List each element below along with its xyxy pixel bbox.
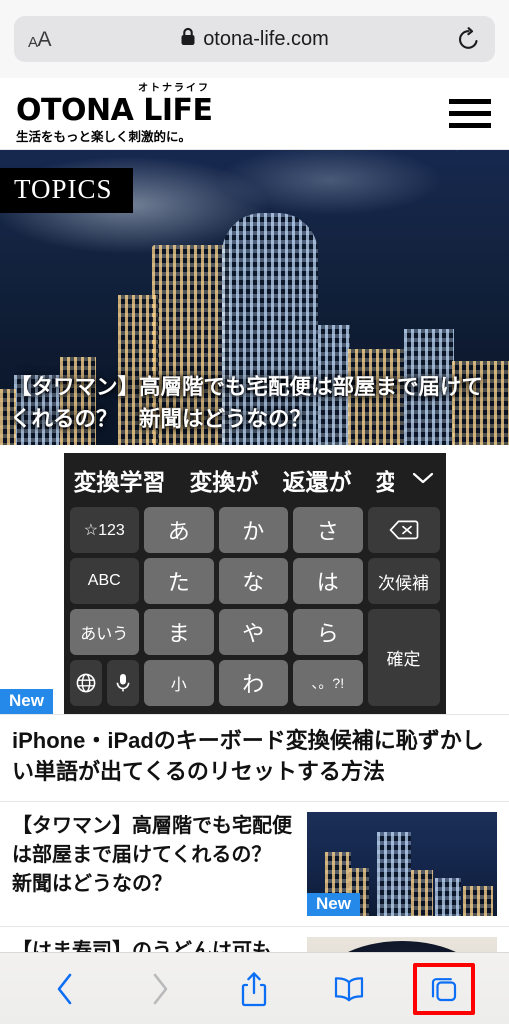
- article-title: 【タワマン】高層階でも宅配便は部屋まで届けてくれるの？ 新聞はどうなの？: [12, 815, 292, 896]
- topics-badge: TOPICS: [0, 168, 133, 213]
- site-tagline: 生活をもっと楽しく刺激的に。: [16, 129, 192, 144]
- article-thumbnail: New: [307, 812, 497, 917]
- keyboard-row: ☆123 あ か さ: [69, 507, 363, 553]
- ad-info-icon[interactable]: [447, 150, 467, 156]
- key-next-candidate[interactable]: 次候補: [367, 558, 440, 604]
- key-wa[interactable]: わ: [218, 660, 288, 706]
- conversion-candidate-bar: 変換学習 変換が 返還が 変: [70, 459, 440, 507]
- text-size-button[interactable]: AA: [28, 29, 52, 50]
- keyboard-image-card: 変換学習 変換が 返還が 変 ☆123 あ か さ ABC た な は あいう …: [0, 445, 509, 715]
- keyboard-keys: ☆123 あ か さ ABC た な は あいう ま や ら 小 わ 、。?! …: [69, 507, 440, 706]
- safari-address-bar: AA otona-life.com: [0, 0, 509, 78]
- site-logo[interactable]: オトナライフ OTONA LIFE 生活をもっと楽しく刺激的に。: [16, 83, 213, 144]
- key-ma[interactable]: ま: [144, 609, 214, 655]
- forward-button: [129, 963, 191, 1015]
- building-shape: [463, 886, 493, 917]
- japanese-keyboard: 変換学習 変換が 返還が 変 ☆123 あ か さ ABC た な は あいう …: [63, 453, 446, 714]
- keyboard-right-column: 次候補 確定: [367, 507, 440, 706]
- key-ha[interactable]: は: [293, 558, 363, 604]
- keyboard-row: ABC た な は: [69, 558, 363, 604]
- key-a[interactable]: あ: [144, 507, 214, 553]
- key-ka[interactable]: か: [218, 507, 288, 553]
- mic-icon[interactable]: [106, 660, 139, 706]
- feature-title: iPhone・iPadのキーボード変換候補に恥ずかしい単語が出てくるのリセットす…: [12, 728, 484, 785]
- new-badge: New: [307, 893, 360, 917]
- logo-wordmark: OTONA LIFE: [16, 92, 213, 128]
- article-list-item[interactable]: 【タワマン】高層階でも宅配便は部屋まで届けてくれるの？ 新聞はどうなの？ New: [0, 802, 509, 928]
- delete-icon[interactable]: [367, 507, 440, 553]
- key-123[interactable]: ☆123: [69, 507, 139, 553]
- url-bar[interactable]: AA otona-life.com: [14, 16, 495, 62]
- keyboard-row: 小 わ 、。?!: [69, 660, 363, 706]
- candidate-item[interactable]: 返還が: [283, 463, 352, 497]
- key-ta[interactable]: た: [144, 558, 214, 604]
- key-punctuation[interactable]: 、。?!: [293, 660, 363, 706]
- building-shape: [411, 870, 433, 917]
- share-button[interactable]: [223, 963, 285, 1015]
- chevron-down-icon[interactable]: [410, 470, 440, 491]
- hero-title: 【タワマン】高層階でも宅配便は部屋まで届けてくれるの？ 新聞はどうなの？: [10, 374, 484, 431]
- candidate-item[interactable]: 変換学習: [74, 463, 166, 497]
- back-button[interactable]: [34, 963, 96, 1015]
- candidate-item[interactable]: 変: [376, 463, 394, 497]
- ad-controls: [447, 150, 503, 159]
- key-na[interactable]: な: [218, 558, 288, 604]
- new-badge: New: [0, 689, 53, 714]
- candidate-item[interactable]: 変換が: [190, 463, 259, 497]
- key-small-dakuten[interactable]: 小: [144, 660, 214, 706]
- building-shape: [435, 878, 461, 917]
- globe-icon[interactable]: [69, 660, 102, 706]
- url-text: otona-life.com: [203, 27, 329, 50]
- keyboard-row: あいう ま や ら: [69, 609, 363, 655]
- tabs-button[interactable]: [412, 962, 475, 1015]
- ad-close-icon[interactable]: [477, 150, 503, 159]
- key-confirm[interactable]: 確定: [367, 609, 440, 706]
- building-shape: [377, 832, 411, 917]
- key-sa[interactable]: さ: [293, 507, 363, 553]
- safari-toolbar: [0, 952, 509, 1024]
- feature-article[interactable]: New iPhone・iPadのキーボード変換候補に恥ずかしい単語が出てくるのリ…: [0, 689, 509, 803]
- reload-button[interactable]: [456, 26, 481, 52]
- key-aiu[interactable]: あいう: [69, 609, 139, 655]
- key-abc[interactable]: ABC: [69, 558, 139, 604]
- hero-article[interactable]: TOPICS 【タワマン】高層階でも宅配便は部屋まで届けてくれるの？ 新聞はどう…: [0, 150, 509, 445]
- bookmarks-button[interactable]: [318, 963, 380, 1015]
- hamburger-menu-icon[interactable]: [449, 99, 491, 128]
- lock-icon: [180, 27, 196, 51]
- key-ya[interactable]: や: [218, 609, 288, 655]
- site-header: オトナライフ OTONA LIFE 生活をもっと楽しく刺激的に。: [0, 78, 509, 150]
- key-ra[interactable]: ら: [293, 609, 363, 655]
